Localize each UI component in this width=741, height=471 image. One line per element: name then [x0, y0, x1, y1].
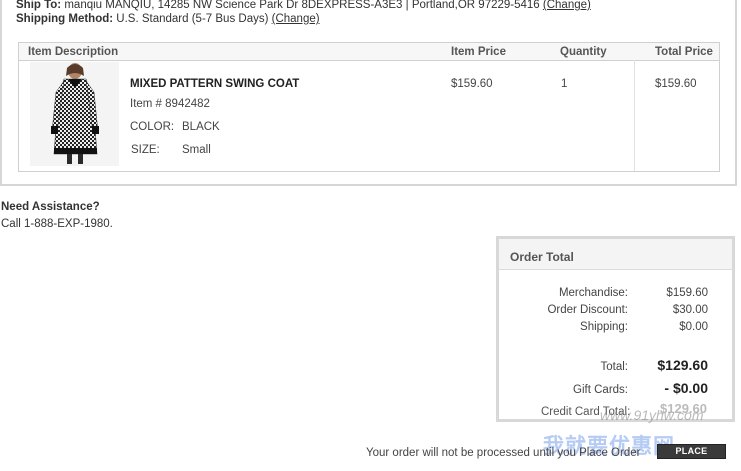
- assistance-phone: Call 1-888-EXP-1980.: [1, 218, 113, 230]
- order-total-title: Order Total: [510, 250, 574, 264]
- product-item-number: Item # 8942482: [130, 98, 210, 110]
- watermark-url: www.91yhw.com: [600, 407, 704, 423]
- shipping-method-change-link[interactable]: (Change): [272, 13, 320, 25]
- header-quantity: Quantity: [560, 46, 607, 58]
- product-color-label: COLOR:: [130, 121, 175, 133]
- gift-cards-value: - $0.00: [664, 380, 708, 396]
- product-size-value: Small: [182, 144, 211, 156]
- product-image[interactable]: [30, 62, 119, 166]
- coat-image-icon: [30, 62, 119, 166]
- order-discount-value: $30.00: [672, 304, 708, 316]
- order-total-header: Order Total: [499, 239, 732, 270]
- shipping-method-value: U.S. Standard (5-7 Bus Days): [116, 13, 269, 25]
- product-size-label: SIZE:: [131, 144, 160, 156]
- ship-to-label: Ship To:: [16, 0, 62, 11]
- merchandise-label: Merchandise:: [558, 287, 628, 299]
- shipping-panel: Ship To: manqiu MANQIU, 14285 NW Science…: [0, 0, 737, 186]
- order-processing-note: Your order will not be processed until y…: [366, 447, 641, 459]
- order-total-panel: Order Total Merchandise: $159.60 Order D…: [496, 236, 735, 422]
- shipping-label: Shipping:: [580, 321, 628, 333]
- shipping-method-line: Shipping Method: U.S. Standard (5-7 Bus …: [16, 13, 320, 25]
- product-total-price: $159.60: [655, 78, 697, 90]
- product-item-price: $159.60: [451, 78, 493, 90]
- shipping-method-label: Shipping Method:: [16, 13, 114, 25]
- ship-to-line: Ship To: manqiu MANQIU, 14285 NW Science…: [16, 0, 591, 11]
- assistance-title: Need Assistance?: [1, 201, 100, 213]
- item-table-header: Item Description Item Price Quantity Tot…: [19, 43, 719, 61]
- header-total-price: Total Price: [655, 46, 713, 58]
- place-order-button[interactable]: PLACE ORDER: [657, 444, 726, 469]
- total-label: Total:: [600, 361, 629, 373]
- total-value: $129.60: [657, 357, 708, 373]
- ship-to-change-link[interactable]: (Change): [543, 0, 591, 11]
- item-table: Item Description Item Price Quantity Tot…: [18, 42, 720, 172]
- header-item-price: Item Price: [451, 46, 506, 58]
- product-color-value: BLACK: [182, 121, 220, 133]
- header-item-description: Item Description: [28, 46, 119, 58]
- gift-cards-label: Gift Cards:: [573, 384, 628, 396]
- shipping-value: $0.00: [679, 321, 708, 333]
- product-name[interactable]: MIXED PATTERN SWING COAT: [130, 78, 299, 90]
- product-quantity: 1: [561, 78, 568, 90]
- merchandise-value: $159.60: [666, 287, 708, 299]
- ship-to-address: manqiu MANQIU, 14285 NW Science Park Dr …: [64, 0, 540, 11]
- column-divider: [634, 60, 635, 171]
- order-discount-label: Order Discount:: [547, 304, 628, 316]
